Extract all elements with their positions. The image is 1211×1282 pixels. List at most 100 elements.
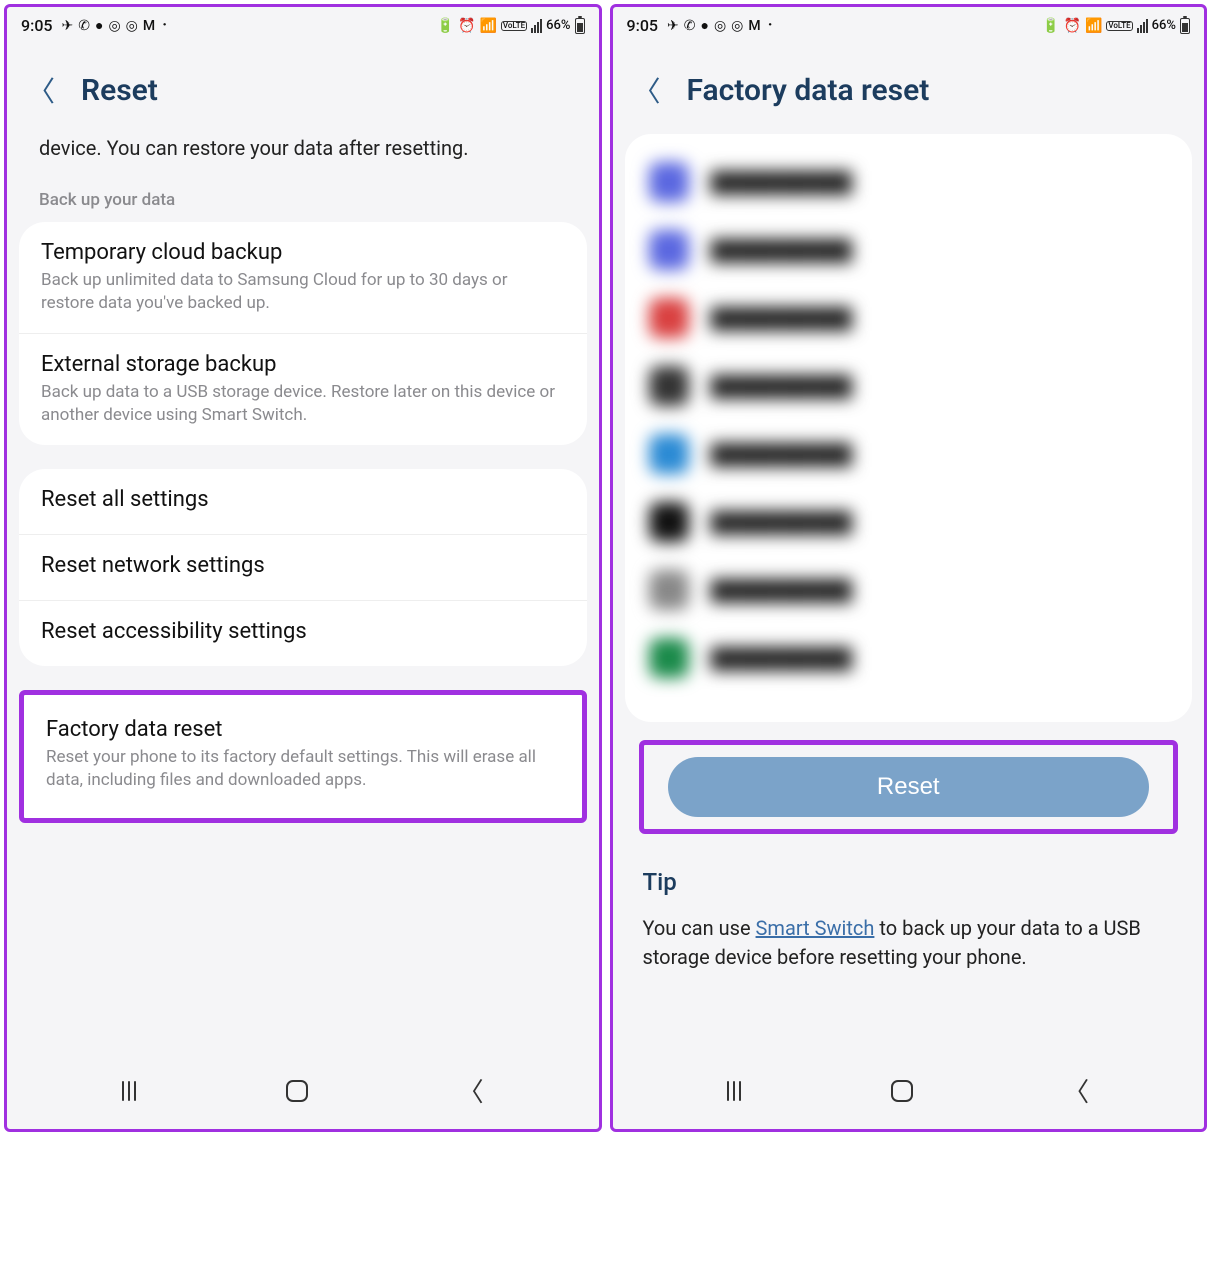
threads-icon: ◎ (126, 18, 138, 34)
item-title: Reset network settings (41, 553, 565, 578)
item-title: Reset all settings (41, 487, 565, 512)
home-button[interactable] (286, 1080, 308, 1102)
temporary-cloud-backup[interactable]: Temporary cloud backup Back up unlimited… (19, 222, 587, 333)
item-desc: Back up data to a USB storage device. Re… (41, 381, 565, 427)
app-label: ██████████ (711, 170, 853, 195)
smart-switch-link[interactable]: Smart Switch (756, 916, 875, 940)
app-icon (649, 570, 689, 610)
tip-before: You can use (643, 916, 756, 940)
back-button[interactable]: 〈 (27, 70, 55, 110)
reset-button-highlight: Reset (639, 740, 1179, 834)
battery-pct: 66% (1152, 18, 1176, 33)
app-icon (649, 298, 689, 338)
item-title: Reset accessibility settings (41, 619, 565, 644)
app-label: ██████████ (711, 374, 853, 399)
navigation-bar: 〈 (7, 1054, 599, 1129)
screen-body: ██████████ ██████████ ██████████ ██████████… (613, 134, 1205, 1054)
tip-text: You can use Smart Switch to back up your… (643, 914, 1175, 972)
alarm-icon: ⏰ (458, 18, 475, 34)
chat-icon: ● (95, 17, 103, 34)
screen-body: device. You can restore your data after … (7, 134, 599, 1054)
phone-screenshot-left: 9:05 ✈ ✆ ● ◎ ◎ M · 🔋 ⏰ 📶 VoLTE 66% 〈 Res… (4, 4, 602, 1132)
back-button[interactable]: 〈 (633, 70, 661, 110)
battery-icon (1180, 18, 1190, 34)
status-bar: 9:05 ✈ ✆ ● ◎ ◎ M · 🔋 ⏰ 📶 VoLTE 66% (7, 7, 599, 40)
app-icon (649, 434, 689, 474)
home-button[interactable] (891, 1080, 913, 1102)
page-title: Reset (81, 73, 158, 108)
tip-section: Tip You can use Smart Switch to back up … (619, 868, 1199, 972)
alarm-icon: ⏰ (1064, 18, 1081, 34)
reset-accessibility-settings[interactable]: Reset accessibility settings (19, 600, 587, 666)
recents-button[interactable] (727, 1081, 741, 1101)
app-label: ██████████ (711, 578, 853, 603)
app-label: ██████████ (711, 442, 853, 467)
threads-icon: ◎ (731, 18, 743, 34)
status-right: 🔋 ⏰ 📶 VoLTE 66% (437, 18, 585, 34)
app-icon (649, 162, 689, 202)
app-icon (649, 366, 689, 406)
chat-icon: ● (700, 17, 708, 34)
status-time: 9:05 (21, 16, 53, 35)
external-storage-backup[interactable]: External storage backup Back up data to … (19, 333, 587, 445)
status-bar: 9:05 ✈ ✆ ● ◎ ◎ M · 🔋 ⏰ 📶 VoLTE 66% (613, 7, 1205, 40)
battery-pct: 66% (546, 18, 570, 33)
app-row: ██████████ (625, 420, 1193, 488)
telegram-icon: ✈ (62, 18, 74, 34)
app-row: ██████████ (625, 352, 1193, 420)
instagram-icon: ◎ (108, 18, 120, 34)
tip-heading: Tip (643, 868, 1175, 896)
wifi-icon: 📶 (1085, 18, 1102, 34)
volte-icon: VoLTE (501, 21, 527, 31)
reset-network-settings[interactable]: Reset network settings (19, 534, 587, 600)
app-icon (649, 230, 689, 270)
signal-icon (1137, 19, 1148, 33)
whatsapp-icon: ✆ (684, 18, 696, 34)
gmail-icon: M (748, 18, 760, 34)
signal-icon (531, 19, 542, 33)
status-left: 9:05 ✈ ✆ ● ◎ ◎ M · (21, 15, 167, 36)
intro-text: device. You can restore your data after … (13, 134, 593, 182)
apps-list-card: ██████████ ██████████ ██████████ ██████████… (625, 134, 1193, 722)
backup-card: Temporary cloud backup Back up unlimited… (19, 222, 587, 445)
app-row: ██████████ (625, 488, 1193, 556)
page-header: 〈 Factory data reset (613, 40, 1205, 134)
back-nav-button[interactable]: 〈 (1063, 1072, 1089, 1109)
page-title: Factory data reset (687, 73, 930, 108)
status-right: 🔋 ⏰ 📶 VoLTE 66% (1042, 18, 1190, 34)
battery-icon (575, 18, 585, 34)
whatsapp-icon: ✆ (78, 18, 90, 34)
app-label: ██████████ (711, 510, 853, 535)
wifi-icon: 📶 (479, 18, 496, 34)
battery-saver-icon: 🔋 (437, 18, 454, 34)
app-label: ██████████ (711, 306, 853, 331)
status-left: 9:05 ✈ ✆ ● ◎ ◎ M · (627, 15, 773, 36)
navigation-bar: 〈 (613, 1054, 1205, 1129)
app-label: ██████████ (711, 238, 853, 263)
reset-all-settings[interactable]: Reset all settings (19, 469, 587, 534)
app-label: ██████████ (711, 646, 853, 671)
more-icon: · (162, 15, 167, 36)
page-header: 〈 Reset (7, 40, 599, 134)
app-row: ██████████ (625, 216, 1193, 284)
reset-options-card: Reset all settings Reset network setting… (19, 469, 587, 666)
recents-button[interactable] (122, 1081, 136, 1101)
app-icon (649, 502, 689, 542)
reset-button[interactable]: Reset (668, 757, 1150, 817)
app-row: ██████████ (625, 148, 1193, 216)
instagram-icon: ◎ (714, 18, 726, 34)
battery-saver-icon: 🔋 (1042, 18, 1059, 34)
factory-data-reset[interactable]: Factory data reset Reset your phone to i… (19, 690, 587, 823)
item-title: Temporary cloud backup (41, 240, 565, 265)
app-icon (649, 638, 689, 678)
backup-section-label: Back up your data (13, 182, 593, 222)
more-icon: · (768, 15, 773, 36)
item-desc: Reset your phone to its factory default … (46, 746, 560, 792)
status-time: 9:05 (627, 16, 659, 35)
back-nav-button[interactable]: 〈 (458, 1072, 484, 1109)
volte-icon: VoLTE (1106, 21, 1132, 31)
app-row: ██████████ (625, 556, 1193, 624)
gmail-icon: M (143, 18, 155, 34)
phone-screenshot-right: 9:05 ✈ ✆ ● ◎ ◎ M · 🔋 ⏰ 📶 VoLTE 66% 〈 Fac… (610, 4, 1208, 1132)
item-title: External storage backup (41, 352, 565, 377)
